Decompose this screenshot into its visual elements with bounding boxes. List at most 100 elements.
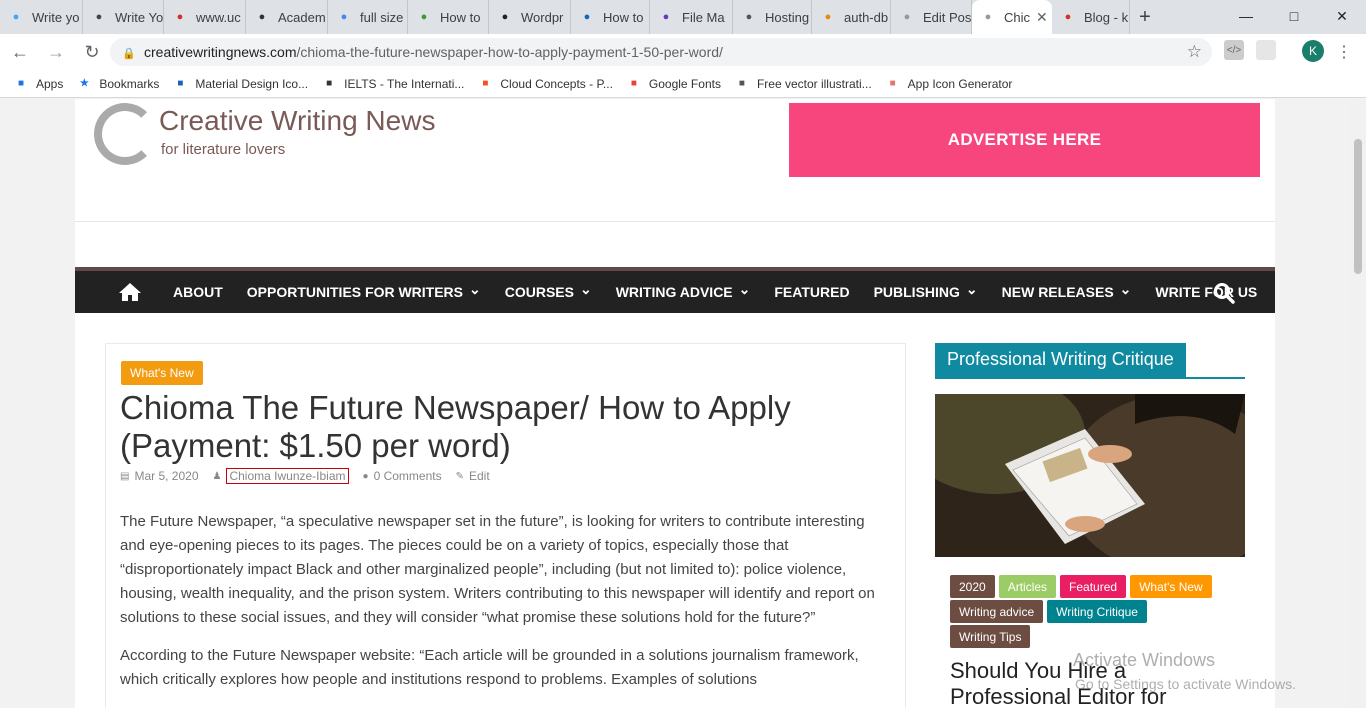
- gmail-icon: ●: [1064, 11, 1072, 23]
- nav-item[interactable]: ABOUT: [173, 284, 223, 300]
- browser-tab[interactable]: ● auth-db: [812, 0, 891, 34]
- category-badge[interactable]: What's New: [121, 361, 203, 385]
- nav-item[interactable]: WRITE FOR US: [1155, 284, 1257, 300]
- site-logo[interactable]: Creative Writing News for literature lov…: [94, 99, 454, 174]
- chevron-down-icon: ⌄: [469, 280, 481, 297]
- site-container: Creative Writing News for literature lov…: [75, 99, 1275, 708]
- extension-code-icon[interactable]: </>: [1224, 40, 1244, 60]
- bookmark-item[interactable]: ■ IELTS - The Internati...: [322, 77, 464, 91]
- bookmark-item[interactable]: ■ App Icon Generator: [886, 77, 1013, 91]
- tab-label: auth-db: [844, 9, 889, 25]
- tag-list: 2020 Articles Featured What's New Writing ad…: [935, 575, 1235, 650]
- browser-menu-icon[interactable]: ⋮: [1336, 42, 1352, 62]
- vector-icon: ■: [738, 78, 745, 89]
- bookmark-item[interactable]: ■ Apps: [14, 77, 63, 91]
- bookmark-item[interactable]: ■ Cloud Concepts - P...: [478, 77, 613, 91]
- bookmark-label: Google Fonts: [648, 76, 721, 91]
- tag-badge[interactable]: 2020: [950, 575, 995, 598]
- browser-toolbar: ← → ↻ 🔒 creativewritingnews.com/chioma-t…: [0, 34, 1366, 70]
- nav-item[interactable]: NEW RELEASES ⌄: [1002, 281, 1132, 301]
- nav-item[interactable]: COURSES ⌄: [505, 280, 592, 301]
- ielts-icon: ■: [326, 78, 333, 89]
- address-bar[interactable]: 🔒 creativewritingnews.com/chioma-the-fut…: [110, 38, 1212, 66]
- tab-label: Blog - k: [1084, 9, 1129, 25]
- post-date[interactable]: Mar 5, 2020: [134, 469, 198, 483]
- forward-button[interactable]: →: [40, 36, 72, 68]
- bookmarks-bar: ■ Apps ★ Bookmarks ■ Material Design Ico... ■ I…: [0, 70, 1366, 98]
- edit-icon: ✎: [455, 470, 464, 482]
- chevron-down-icon: ⌄: [579, 280, 592, 297]
- url-path: /chioma-the-future-newspaper-how-to-appl…: [296, 44, 723, 60]
- search-icon[interactable]: [1213, 282, 1235, 309]
- nav-item-label: OPPORTUNITIES FOR WRITERS: [246, 284, 464, 300]
- microsoft-icon: ■: [482, 78, 489, 89]
- new-tab-button[interactable]: +: [1130, 0, 1160, 34]
- browser-tab[interactable]: ● Wordpr: [489, 0, 571, 34]
- article-meta: ▤ Mar 5, 2020 ♟ Chioma Iwunze-Ibiam ● 0 Com…: [120, 468, 504, 484]
- page-viewport: Creative Writing News for literature lov…: [0, 99, 1366, 708]
- tag-badge[interactable]: Writing Tips: [950, 625, 1031, 648]
- edit-link[interactable]: Edit: [469, 469, 490, 483]
- back-button[interactable]: ←: [4, 36, 36, 68]
- tag-badge[interactable]: Articles: [998, 575, 1057, 598]
- bookmark-star-icon[interactable]: ☆: [1187, 42, 1202, 62]
- page-scrollbar[interactable]: [1350, 99, 1366, 708]
- browser-tab[interactable]: ● Write yo: [0, 0, 83, 34]
- browser-tab[interactable]: ● Edit Pos: [891, 0, 972, 34]
- url-domain: creativewritingnews.com: [144, 44, 297, 60]
- tag-badge[interactable]: Writing advice: [950, 600, 1044, 623]
- nav-item[interactable]: PUBLISHING ⌄: [874, 280, 978, 301]
- advertise-banner[interactable]: ADVERTISE HERE: [789, 103, 1260, 177]
- nav-item-label: ABOUT: [173, 284, 223, 300]
- grid-icon: ■: [889, 78, 896, 89]
- tab-label: Academ: [278, 9, 326, 25]
- bookmark-item[interactable]: ■ Free vector illustrati...: [735, 77, 872, 91]
- browser-tab[interactable]: ● Hosting: [733, 0, 812, 34]
- bookmark-item[interactable]: ■ Material Design Ico...: [173, 77, 308, 91]
- author-link[interactable]: Chioma Iwunze-Ibiam: [226, 468, 349, 484]
- nav-item[interactable]: OPPORTUNITIES FOR WRITERS ⌄: [246, 280, 481, 301]
- bookmark-item[interactable]: ■ Google Fonts: [627, 77, 721, 91]
- browser-tab[interactable]: ● full size: [328, 0, 408, 34]
- loading-icon: ●: [984, 11, 992, 23]
- article-title: Chioma The Future Newspaper/ How to Appl…: [120, 389, 791, 464]
- browser-tab[interactable]: ● Chic ✕: [972, 0, 1052, 34]
- bookmark-label: Free vector illustrati...: [756, 76, 872, 91]
- article-card: What's New Chioma The Future Newspaper/ …: [105, 343, 906, 708]
- maximize-button[interactable]: □: [1270, 0, 1318, 32]
- fx-icon: ●: [420, 11, 428, 23]
- tag-badge[interactable]: Featured: [1060, 575, 1127, 598]
- browser-tab[interactable]: ● Academ: [246, 0, 328, 34]
- tab-label: Edit Pos: [923, 9, 972, 25]
- bookmark-label: App Icon Generator: [907, 76, 1013, 91]
- browser-tab[interactable]: ● www.uc: [164, 0, 246, 34]
- user-icon: ♟: [212, 470, 222, 482]
- browser-tab[interactable]: ● Blog - k: [1052, 0, 1130, 34]
- chevron-down-icon: ⌄: [738, 280, 751, 297]
- chevron-down-icon: ⌄: [965, 280, 978, 297]
- reload-button[interactable]: ↻: [76, 36, 108, 68]
- tab-label: How to: [603, 9, 644, 25]
- scrollbar-thumb[interactable]: [1354, 139, 1362, 274]
- nav-item[interactable]: FEATURED: [774, 284, 849, 300]
- minimize-button[interactable]: —: [1222, 0, 1270, 32]
- window-controls: — □ ✕: [1222, 0, 1366, 32]
- extension-icon[interactable]: [1256, 40, 1276, 60]
- comment-icon: ●: [362, 470, 369, 482]
- featured-image[interactable]: [935, 394, 1245, 557]
- tab-label: File Ma: [682, 9, 725, 25]
- close-window-button[interactable]: ✕: [1318, 0, 1366, 32]
- browser-tab[interactable]: ● How to: [408, 0, 489, 34]
- browser-tab[interactable]: ● Write Yo: [83, 0, 164, 34]
- tag-badge[interactable]: What's New: [1130, 575, 1212, 598]
- nav-item[interactable]: WRITING ADVICE ⌄: [616, 280, 751, 301]
- browser-tab[interactable]: ● File Ma: [650, 0, 733, 34]
- tag-badge[interactable]: Writing Critique: [1047, 600, 1147, 623]
- browser-tab[interactable]: ● How to: [571, 0, 650, 34]
- profile-avatar[interactable]: K: [1302, 40, 1324, 62]
- home-icon[interactable]: [113, 279, 147, 305]
- bookmark-item[interactable]: ★ Bookmarks: [77, 77, 160, 91]
- close-tab-icon[interactable]: ✕: [1036, 9, 1048, 26]
- loading-icon: ●: [903, 11, 911, 23]
- comments-link[interactable]: 0 Comments: [374, 469, 442, 483]
